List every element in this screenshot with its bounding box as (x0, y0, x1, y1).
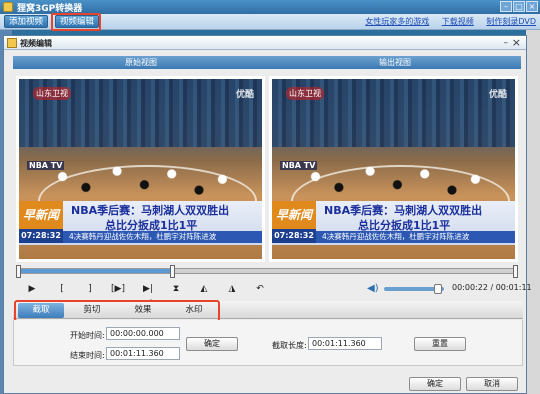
play-icon[interactable]: ▶ (24, 282, 40, 296)
dialog-icon (7, 38, 17, 48)
link-games[interactable]: 女性玩家多的游戏 (365, 17, 429, 26)
news-ticker: 4决赛韩丹迎战佐佐木翔，杜鹏宇对阵陈进波 (316, 231, 515, 243)
output-video-panel: 山东卫视 优酷 NBA TV 早新闻 NBA季后赛：马刺湖人双双胜出 总比分扳成… (269, 76, 518, 262)
clip-length-label: 截取长度: (272, 341, 307, 350)
play-selection-icon[interactable]: [▶] (110, 282, 126, 296)
news-ticker: 4决赛韩丹迎战佐佐木翔，杜鹏宇对阵陈进波 (63, 231, 262, 243)
close-icon[interactable]: × (526, 1, 538, 12)
news-banner: 早新闻 NBA季后赛：马刺湖人双双胜出 总比分扳成1比1平 07:28:32 4… (19, 201, 262, 245)
news-tag: 早新闻 (19, 201, 63, 229)
jump-end-icon[interactable]: ◮ (224, 282, 240, 296)
reset-button[interactable]: 重置 (414, 337, 466, 351)
step-icon[interactable]: ▶|◀ (140, 282, 156, 308)
time-readout: 00:00:22 / 00:01:11 (452, 283, 532, 292)
nba-logo: NBA TV (27, 161, 65, 170)
edit-video-highlight (51, 13, 101, 31)
link-burn-dvd[interactable]: 制作刻录DVD (486, 17, 536, 26)
watermark-logo: 优酷 (488, 90, 507, 100)
nba-logo: NBA TV (280, 161, 318, 170)
watermark-logo: 优酷 (235, 90, 254, 100)
link-download-video[interactable]: 下载视频 (442, 17, 474, 26)
crop-panel: 开始时间: 结束时间: 确定 截取长度: 重置 (13, 320, 523, 366)
main-right-strip (526, 30, 540, 394)
output-view-label: 输出视图 (379, 58, 411, 67)
channel-logo: 山东卫视 (33, 87, 71, 100)
view-headers: 原始视图 输出视图 (13, 56, 521, 69)
window-controls: – □ × (499, 1, 538, 12)
cancel-button[interactable]: 取消 (466, 377, 518, 391)
news-banner: 早新闻 NBA季后赛：马刺湖人双双胜出 总比分扳成1比1平 07:28:32 4… (272, 201, 515, 245)
confirm-button[interactable]: 确定 (186, 337, 238, 351)
jump-start-icon[interactable]: ◭ (196, 282, 212, 296)
minimize-icon[interactable]: – (500, 1, 512, 12)
news-tag: 早新闻 (272, 201, 316, 229)
volume-icon[interactable]: ◀) (367, 283, 381, 295)
dialog-title: 视频编辑 (20, 39, 52, 48)
app-title-bar: 狸窝3GP转换器 – □ × (0, 0, 540, 14)
timeline-slider[interactable] (16, 265, 518, 278)
end-time-label: 结束时间: (70, 351, 105, 360)
tabs-highlight (14, 300, 220, 322)
start-time-label: 开始时间: (70, 331, 105, 340)
mark-in-icon[interactable]: [ (54, 282, 70, 296)
volume-knob[interactable] (434, 284, 442, 294)
dialog-title-bar: 视频编辑 – × (4, 36, 526, 50)
ok-button[interactable]: 确定 (409, 377, 461, 391)
clip-length-field[interactable] (308, 337, 382, 350)
dialog-minimize-icon[interactable]: – (504, 38, 509, 48)
original-video-frame: 山东卫视 优酷 NBA TV 早新闻 NBA季后赛：马刺湖人双双胜出 总比分扳成… (19, 79, 262, 259)
mark-out-icon[interactable]: ] (82, 282, 98, 296)
app-icon (3, 2, 13, 12)
timeline-progress (19, 269, 173, 273)
video-edit-dialog: 视频编辑 – × 原始视图 输出视图 山东卫视 优酷 NBA TV 早新闻 NB… (3, 35, 532, 394)
news-headline-1: NBA季后赛：马刺湖人双双胜出 (324, 204, 483, 217)
news-clock: 07:28:32 (19, 229, 63, 243)
maximize-icon[interactable]: □ (513, 1, 525, 12)
playhead-handle[interactable] (169, 265, 175, 278)
dialog-close-icon[interactable]: × (512, 36, 521, 49)
add-video-button[interactable]: 添加视频 (4, 15, 49, 28)
output-video-frame: 山东卫视 优酷 NBA TV 早新闻 NBA季后赛：马刺湖人双双胜出 总比分扳成… (272, 79, 515, 259)
end-time-field[interactable] (106, 347, 180, 360)
news-headline-1: NBA季后赛：马刺湖人双双胜出 (71, 204, 230, 217)
original-video-panel: 山东卫视 优酷 NBA TV 早新闻 NBA季后赛：马刺湖人双双胜出 总比分扳成… (16, 76, 265, 262)
trim-start-handle[interactable] (16, 265, 21, 278)
channel-logo: 山东卫视 (286, 87, 324, 100)
trim-end-handle[interactable] (513, 265, 518, 278)
start-time-field[interactable] (106, 327, 180, 340)
original-view-label: 原始视图 (125, 58, 157, 67)
app-toolbar: 添加视频 视频编辑 女性玩家多的游戏 下载视频 制作刻录DVD (0, 13, 540, 31)
toolbar-links: 女性玩家多的游戏 下载视频 制作刻录DVD (355, 16, 536, 27)
split-icon[interactable]: ⧗ (168, 282, 184, 296)
playback-controls: ▶ [ ] [▶] ▶|◀ ⧗ ◭ ◮ ↶ ◀) 00:00:22 / 00:0… (16, 282, 532, 308)
news-clock: 07:28:32 (272, 229, 316, 243)
undo-icon[interactable]: ↶ (252, 282, 268, 296)
